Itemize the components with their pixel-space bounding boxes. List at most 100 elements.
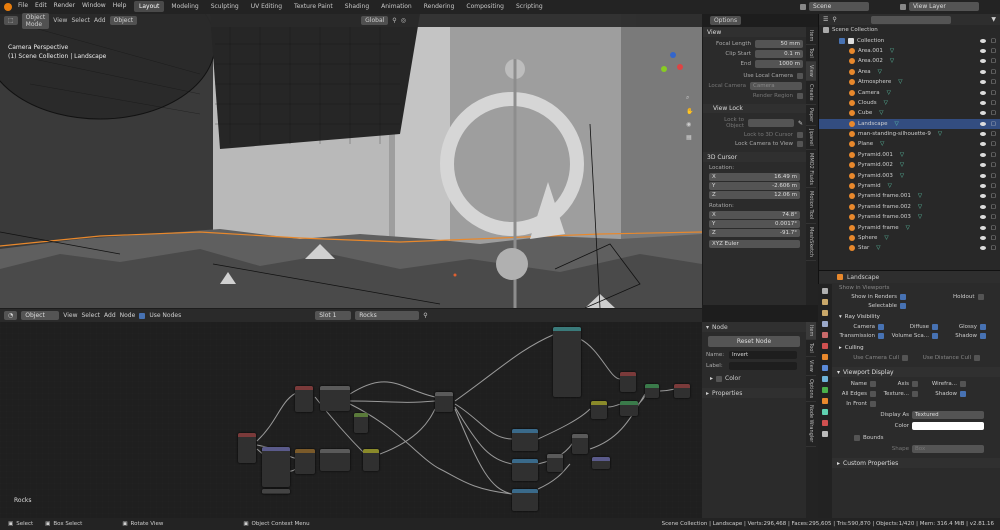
- rotation-mode-select[interactable]: XYZ Euler: [709, 240, 800, 248]
- outliner-row[interactable]: Sphere ▽ ▢: [819, 233, 1000, 243]
- selectable-checkbox[interactable]: [900, 303, 906, 309]
- menu-help[interactable]: Help: [113, 2, 127, 9]
- shader-node[interactable]: [572, 434, 588, 454]
- node-menu-select[interactable]: Select: [82, 312, 101, 319]
- scene-name[interactable]: Scene: [809, 2, 869, 11]
- pan-hand-icon[interactable]: ✋: [686, 108, 693, 115]
- shader-node[interactable]: [320, 386, 350, 411]
- object-tab-icon[interactable]: [822, 354, 828, 360]
- snap-icon[interactable]: ⚲: [392, 17, 396, 24]
- ray-transmission-checkbox[interactable]: [878, 333, 884, 339]
- eye-icon[interactable]: [980, 59, 986, 64]
- orientation-selector[interactable]: Global: [361, 16, 389, 25]
- holdout-checkbox[interactable]: [977, 294, 984, 300]
- tab-scripting[interactable]: Scripting: [511, 1, 548, 12]
- vtab-motion-tool[interactable]: Motion Tool: [806, 188, 816, 224]
- gizmo-y-icon[interactable]: [661, 66, 667, 72]
- menu-render[interactable]: Render: [54, 2, 75, 9]
- node-color-checkbox[interactable]: [716, 375, 723, 382]
- view-panel-header[interactable]: View: [703, 27, 806, 37]
- vtab-tool[interactable]: Tool: [806, 45, 816, 63]
- outliner-row[interactable]: Pyramid.003 ▽ ▢: [819, 170, 1000, 180]
- cursor-panel-header[interactable]: 3D Cursor: [703, 152, 806, 162]
- eye-icon[interactable]: [980, 215, 986, 220]
- custom-properties-header[interactable]: ▸ Custom Properties: [819, 458, 1000, 468]
- texture-tab-icon[interactable]: [822, 431, 828, 437]
- tab-shading[interactable]: Shading: [340, 1, 374, 12]
- eye-icon[interactable]: [980, 236, 986, 240]
- shader-node[interactable]: [620, 372, 636, 392]
- outliner-row[interactable]: Plane ▽ ▢: [819, 139, 1000, 149]
- collection-checkbox[interactable]: [839, 37, 845, 44]
- vtab-view[interactable]: View: [806, 62, 816, 81]
- eye-icon[interactable]: [980, 90, 986, 95]
- camera-toggle-icon[interactable]: ▢: [991, 100, 996, 106]
- gizmo-x-icon[interactable]: [677, 64, 683, 70]
- show-renders-checkbox[interactable]: [900, 294, 906, 300]
- vtab-mmo2-fluids[interactable]: MMO2 Fluids: [806, 150, 816, 189]
- material-tab-icon[interactable]: [822, 420, 828, 426]
- pin-icon[interactable]: ⚲: [423, 312, 427, 319]
- outliner-search[interactable]: [870, 15, 951, 24]
- shader-node[interactable]: [547, 454, 563, 472]
- options-button[interactable]: Options: [709, 16, 742, 25]
- vp-menu-view[interactable]: View: [53, 17, 67, 24]
- shader-node[interactable]: [512, 429, 538, 451]
- shader-type-select[interactable]: Object: [21, 311, 60, 320]
- tab-uv-editing[interactable]: UV Editing: [246, 1, 287, 12]
- camera-toggle-icon[interactable]: ▢: [991, 152, 996, 158]
- shader-node[interactable]: [295, 449, 315, 474]
- ntab-options[interactable]: Options: [806, 376, 816, 403]
- gizmo-z-icon[interactable]: [670, 52, 676, 58]
- shader-node[interactable]: [262, 489, 290, 494]
- outliner-row[interactable]: Star ▽ ▢: [819, 243, 1000, 253]
- node-properties-header[interactable]: ▸ Properties: [702, 388, 806, 398]
- camera-toggle-icon[interactable]: ▢: [991, 173, 996, 179]
- tool-tab-icon[interactable]: [822, 288, 828, 294]
- view-layer-selector[interactable]: View Layer: [900, 2, 979, 11]
- camera-toggle-icon[interactable]: ▢: [991, 58, 996, 64]
- eye-icon[interactable]: [980, 173, 986, 178]
- node-editor[interactable]: Rocks: [0, 309, 702, 518]
- clip-start-field[interactable]: 0.1 m: [755, 50, 803, 58]
- camera-toggle-icon[interactable]: ▢: [991, 183, 996, 189]
- camera-toggle-icon[interactable]: ▢: [991, 214, 996, 220]
- shader-node[interactable]: [363, 449, 379, 471]
- eye-icon[interactable]: [980, 132, 986, 137]
- editor-type-icon[interactable]: ⬚: [4, 16, 18, 25]
- view-layer-tab-icon[interactable]: [822, 321, 828, 327]
- node-menu-view[interactable]: View: [63, 312, 77, 319]
- eye-icon[interactable]: [980, 152, 986, 157]
- cursor-y-field[interactable]: Y -2.606 m: [709, 182, 800, 190]
- node-menu-add[interactable]: Add: [104, 312, 116, 319]
- view-lock-header[interactable]: View Lock: [703, 104, 806, 113]
- display-in-front-checkbox[interactable]: [870, 401, 876, 407]
- eye-icon[interactable]: [980, 225, 986, 230]
- lock-object-field[interactable]: [747, 119, 794, 127]
- outliner-row[interactable]: Area ▽ ▢: [819, 67, 1000, 77]
- vtab-create[interactable]: Create: [806, 81, 816, 105]
- eye-icon[interactable]: [980, 121, 986, 126]
- rot-y-field[interactable]: Y 0.0017°: [709, 220, 800, 228]
- collection-row[interactable]: Collection ▢: [819, 35, 1000, 45]
- camera-toggle-icon[interactable]: ▢: [991, 38, 996, 44]
- eye-icon[interactable]: [980, 204, 986, 209]
- node-name-field[interactable]: Invert: [729, 351, 797, 359]
- focal-length-field[interactable]: 50 mm: [755, 40, 803, 48]
- menu-window[interactable]: Window: [82, 2, 106, 9]
- tab-rendering[interactable]: Rendering: [419, 1, 460, 12]
- shader-node[interactable]: [435, 392, 453, 412]
- ntab-item[interactable]: Item: [806, 322, 816, 341]
- menu-file[interactable]: File: [18, 2, 28, 9]
- display-wireframe-checkbox[interactable]: [960, 381, 966, 387]
- outliner-row[interactable]: Atmosphere ▽ ▢: [819, 77, 1000, 87]
- eye-icon[interactable]: [980, 194, 986, 199]
- outliner-row[interactable]: Pyramid frame.001 ▽ ▢: [819, 191, 1000, 201]
- shader-node[interactable]: [553, 327, 581, 397]
- outliner-row[interactable]: Pyramid ▽ ▢: [819, 181, 1000, 191]
- material-select[interactable]: Rocks: [355, 311, 420, 320]
- viewport-display-header[interactable]: ▾ Viewport Display: [819, 367, 1000, 377]
- particles-tab-icon[interactable]: [822, 376, 828, 382]
- ray-diffuse-checkbox[interactable]: [932, 324, 938, 330]
- shader-node[interactable]: [512, 489, 538, 511]
